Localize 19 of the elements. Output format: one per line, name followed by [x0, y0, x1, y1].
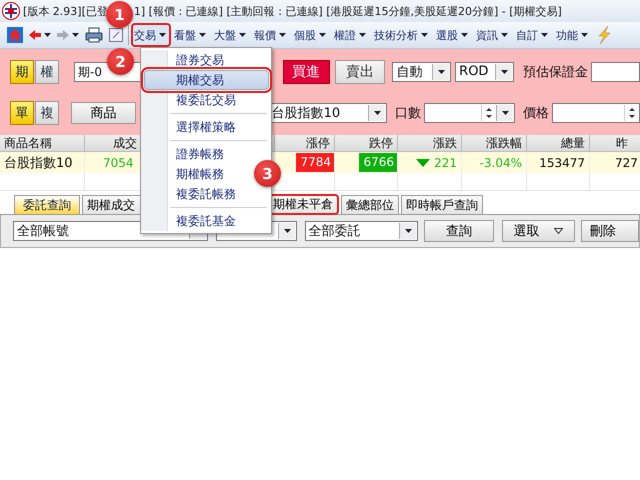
price-label: 價格	[522, 104, 549, 122]
column-header: 跌停	[335, 135, 398, 152]
window-title: [版本 2.93][已登	[23, 4, 108, 18]
margin-label: 預估保證金	[522, 64, 588, 80]
table-cell: 727	[590, 152, 640, 173]
window-title: 1] [報價 : 已連線] [主動回報 : 已連線] [港股延遲15分鐘,美股延遲20分鐘] - [期權交易]	[134, 4, 562, 18]
column-header: 漲跌幅	[462, 135, 527, 152]
column-header: 昨	[590, 135, 640, 152]
column-header: 漲跌	[398, 135, 462, 152]
table-cell: 台股指數10	[0, 152, 85, 173]
table-cell: 153477	[527, 152, 590, 173]
column-header: 漲停	[275, 135, 335, 152]
column-header: 總量	[527, 135, 590, 152]
table-cell: 7784	[296, 153, 334, 172]
column-header: 商品名稱	[0, 135, 85, 152]
table-cell: 6766	[359, 153, 397, 172]
table-cell: 221	[434, 156, 457, 170]
table-cell: -3.04%	[462, 152, 527, 173]
quantity-label: 口數	[394, 104, 421, 122]
